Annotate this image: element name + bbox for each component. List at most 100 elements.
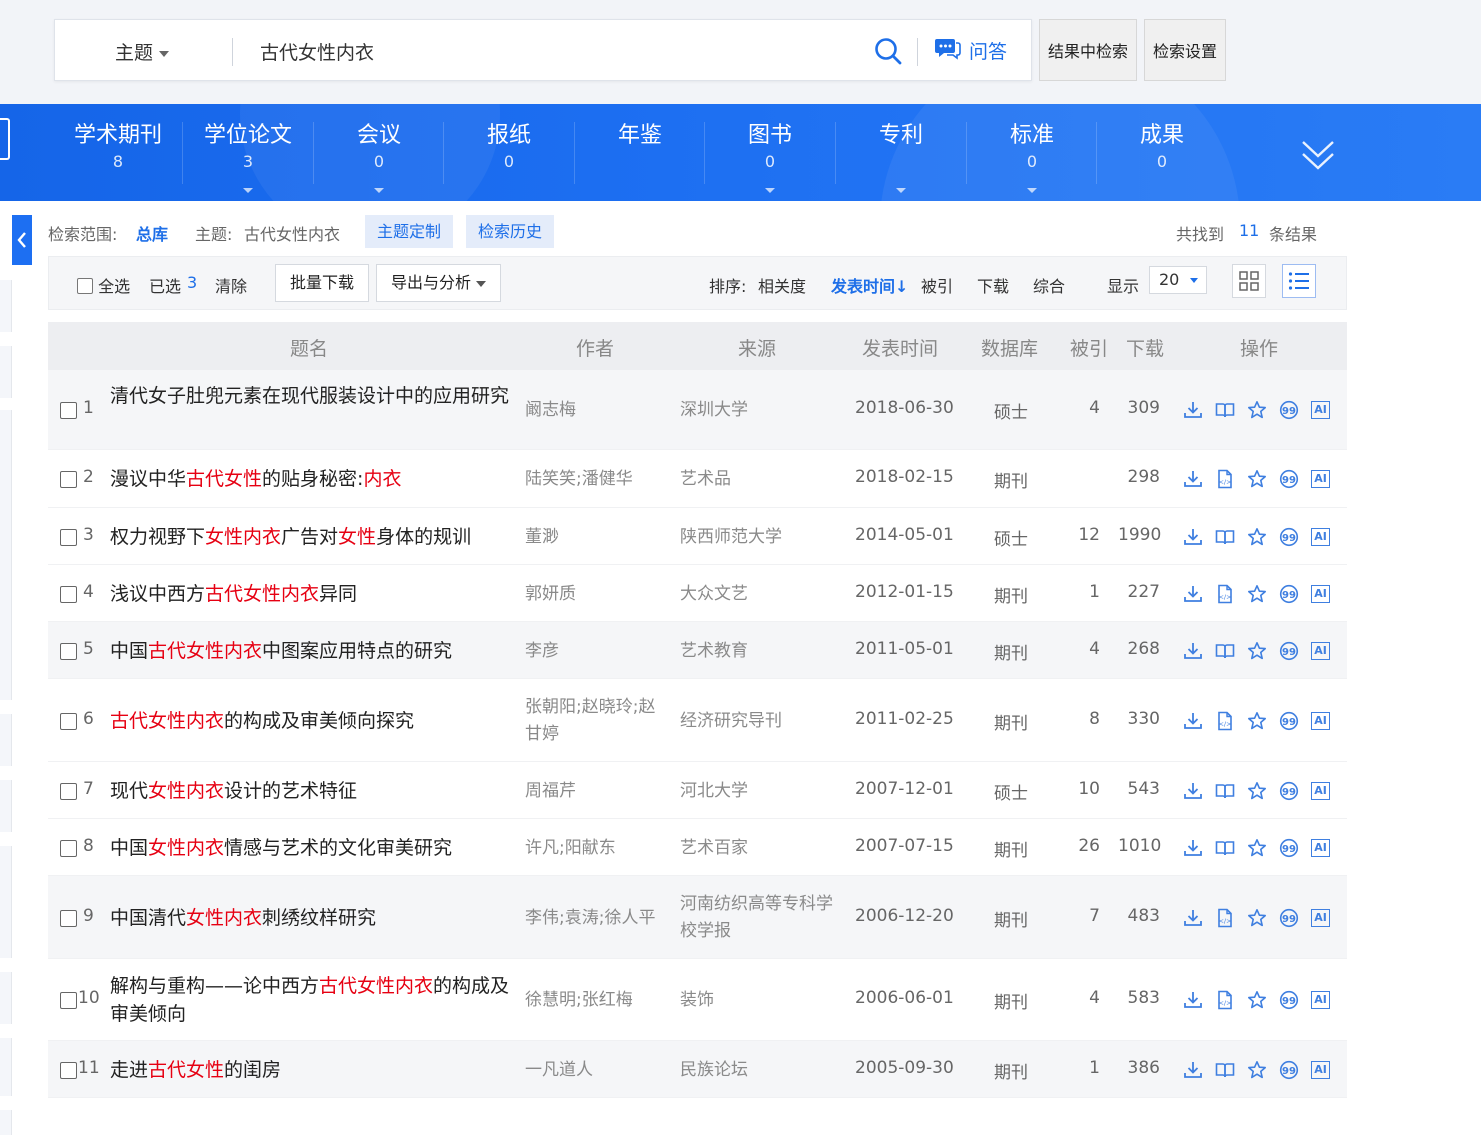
result-source[interactable]: 艺术百家 — [680, 835, 835, 862]
sort-overall[interactable]: 综合 — [1033, 273, 1065, 297]
favorite-star-icon[interactable] — [1247, 1060, 1267, 1080]
favorite-star-icon[interactable] — [1247, 908, 1267, 928]
read-book-icon[interactable] — [1215, 781, 1235, 801]
html-read-icon[interactable]: </> — [1215, 908, 1235, 928]
result-source[interactable]: 陕西师范大学 — [680, 524, 835, 551]
nav-tab[interactable]: 年鉴 — [575, 122, 705, 150]
ai-icon[interactable]: AI — [1311, 1060, 1330, 1079]
cite-quote-icon[interactable]: 99 — [1279, 781, 1299, 801]
ai-icon[interactable]: AI — [1311, 584, 1330, 603]
qa-button[interactable]: 问答 — [935, 36, 1007, 65]
favorite-star-icon[interactable] — [1247, 781, 1267, 801]
row-checkbox[interactable] — [60, 528, 77, 546]
result-title-link[interactable]: 中国女性内衣情感与艺术的文化审美研究 — [110, 834, 514, 862]
download-icon[interactable] — [1183, 781, 1203, 801]
search-history-button[interactable]: 检索历史 — [466, 215, 555, 248]
download-icon[interactable] — [1183, 584, 1203, 604]
result-author[interactable]: 周福芹 — [525, 778, 670, 805]
cite-quote-icon[interactable]: 99 — [1279, 400, 1299, 420]
select-all-checkbox[interactable]: 全选 — [77, 273, 130, 297]
search-field-select[interactable]: 主题 — [115, 38, 170, 65]
cite-quote-icon[interactable]: 99 — [1279, 641, 1299, 661]
read-book-icon[interactable] — [1215, 838, 1235, 858]
result-title-link[interactable]: 漫议中华古代女性的贴身秘密:内衣 — [110, 465, 514, 493]
ai-icon[interactable]: AI — [1311, 908, 1330, 927]
row-checkbox[interactable] — [60, 402, 77, 419]
cite-quote-icon[interactable]: 99 — [1279, 584, 1299, 604]
result-author[interactable]: 李彦 — [525, 638, 670, 665]
ai-icon[interactable]: AI — [1311, 401, 1330, 419]
result-source[interactable]: 艺术品 — [680, 466, 835, 493]
search-icon[interactable] — [873, 36, 903, 66]
favorite-star-icon[interactable] — [1247, 469, 1267, 489]
result-author[interactable]: 一凡道人 — [525, 1057, 670, 1084]
result-source[interactable]: 经济研究导刊 — [680, 708, 835, 735]
download-icon[interactable] — [1183, 400, 1203, 420]
result-author[interactable]: 董渺 — [525, 524, 670, 551]
row-checkbox[interactable] — [60, 992, 77, 1009]
clear-selection-button[interactable]: 清除 — [215, 273, 247, 297]
html-read-icon[interactable]: </> — [1215, 469, 1235, 489]
cite-quote-icon[interactable]: 99 — [1279, 469, 1299, 489]
nav-left-tab[interactable] — [0, 118, 10, 160]
row-checkbox[interactable] — [60, 839, 77, 857]
download-icon[interactable] — [1183, 838, 1203, 858]
result-title-link[interactable]: 走进古代女性的闺房 — [110, 1056, 514, 1084]
html-read-icon[interactable]: </> — [1215, 711, 1235, 731]
favorite-star-icon[interactable] — [1247, 641, 1267, 661]
search-in-results-button[interactable]: 结果中检索 — [1039, 19, 1137, 81]
download-icon[interactable] — [1183, 1060, 1203, 1080]
page-size-select[interactable]: 20 — [1149, 266, 1207, 294]
sidebar-collapse-button[interactable] — [12, 215, 32, 265]
result-title-link[interactable]: 现代女性内衣设计的艺术特征 — [110, 777, 514, 805]
download-icon[interactable] — [1183, 527, 1203, 547]
result-author[interactable]: 张朝阳;赵晓玲;赵甘婷 — [525, 694, 670, 748]
result-author[interactable]: 许凡;阳献东 — [525, 835, 670, 862]
ai-icon[interactable]: AI — [1311, 527, 1330, 546]
row-checkbox[interactable] — [60, 471, 77, 488]
ai-icon[interactable]: AI — [1311, 838, 1330, 857]
ai-icon[interactable]: AI — [1311, 711, 1330, 730]
download-icon[interactable] — [1183, 990, 1203, 1010]
result-source[interactable]: 民族论坛 — [680, 1057, 835, 1084]
download-icon[interactable] — [1183, 469, 1203, 489]
cite-quote-icon[interactable]: 99 — [1279, 1060, 1299, 1080]
favorite-star-icon[interactable] — [1247, 400, 1267, 420]
result-author[interactable]: 陆笑笑;潘健华 — [525, 466, 670, 493]
grid-view-button[interactable] — [1232, 264, 1266, 298]
row-checkbox[interactable] — [60, 585, 77, 603]
result-source[interactable]: 河北大学 — [680, 778, 835, 805]
ai-icon[interactable]: AI — [1311, 470, 1330, 488]
favorite-star-icon[interactable] — [1247, 711, 1267, 731]
result-title-link[interactable]: 浅议中西方古代女性内衣异同 — [110, 580, 514, 608]
result-title-link[interactable]: 解构与重构——论中西方古代女性内衣的构成及审美倾向 — [110, 972, 514, 1028]
result-author[interactable]: 郭妍质 — [525, 581, 670, 608]
result-author[interactable]: 李伟;袁涛;徐人平 — [525, 905, 670, 932]
batch-download-button[interactable]: 批量下载 — [275, 264, 370, 302]
sort-date[interactable]: 发表时间↓ — [831, 273, 908, 297]
result-source[interactable]: 艺术教育 — [680, 638, 835, 665]
read-book-icon[interactable] — [1215, 527, 1235, 547]
result-title-link[interactable]: 权力视野下女性内衣广告对女性身体的规训 — [110, 523, 514, 551]
result-author[interactable]: 徐慧明;张红梅 — [525, 987, 670, 1014]
read-book-icon[interactable] — [1215, 1060, 1235, 1080]
nav-tab[interactable]: 图书 0 — [705, 122, 835, 193]
row-checkbox[interactable] — [60, 1061, 77, 1079]
cite-quote-icon[interactable]: 99 — [1279, 990, 1299, 1010]
chevron-down-icon[interactable] — [1300, 134, 1336, 174]
topic-custom-button[interactable]: 主题定制 — [365, 215, 454, 248]
row-checkbox[interactable] — [60, 642, 77, 660]
list-view-button[interactable] — [1282, 264, 1316, 298]
ai-icon[interactable]: AI — [1311, 641, 1330, 660]
search-input[interactable] — [260, 34, 860, 68]
row-checkbox[interactable] — [60, 712, 77, 730]
export-analysis-button[interactable]: 导出与分析 — [376, 264, 502, 302]
result-source[interactable]: 河南纺织高等专科学校学报 — [680, 891, 835, 945]
favorite-star-icon[interactable] — [1247, 584, 1267, 604]
download-icon[interactable] — [1183, 641, 1203, 661]
html-read-icon[interactable]: </> — [1215, 584, 1235, 604]
nav-tab[interactable]: 成果 0 — [1097, 122, 1227, 174]
download-icon[interactable] — [1183, 908, 1203, 928]
download-icon[interactable] — [1183, 711, 1203, 731]
nav-tab[interactable]: 专利 — [836, 122, 966, 193]
